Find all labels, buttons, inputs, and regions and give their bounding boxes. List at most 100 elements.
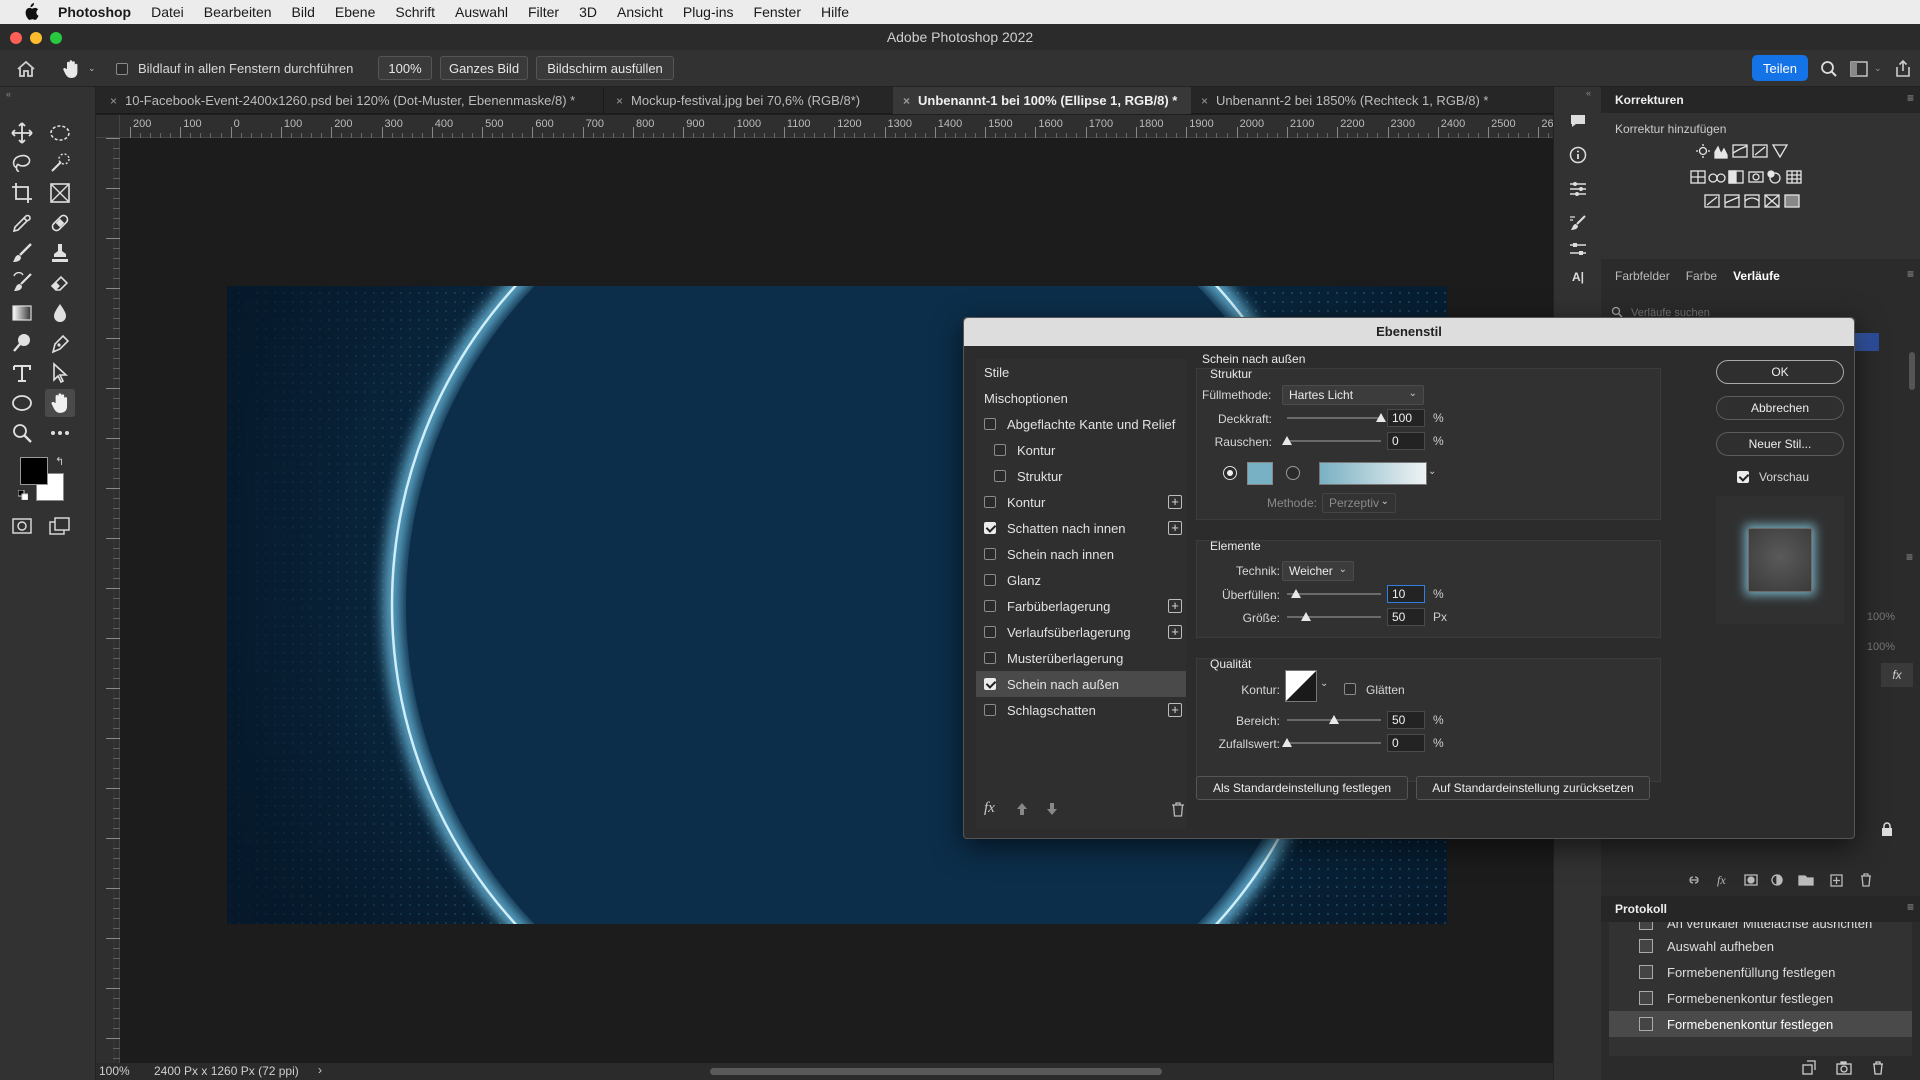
- panel-menu-icon[interactable]: ≡: [1906, 550, 1913, 564]
- reset-default-button[interactable]: Auf Standardeinstellung zurücksetzen: [1416, 776, 1650, 800]
- glow-gradient-picker[interactable]: [1319, 462, 1427, 485]
- style-checkbox[interactable]: [984, 574, 996, 586]
- cancel-button[interactable]: Abbrechen: [1716, 396, 1844, 420]
- style-item-stile[interactable]: Stile: [976, 359, 1186, 385]
- workspace-icon[interactable]: [1850, 50, 1872, 87]
- make-default-button[interactable]: Als Standardeinstellung festlegen: [1196, 776, 1408, 800]
- style-checkbox[interactable]: [984, 678, 996, 690]
- ok-button[interactable]: OK: [1716, 360, 1844, 384]
- menu-plugins[interactable]: Plug-ins: [683, 4, 734, 20]
- spread-slider-handle[interactable]: [1291, 589, 1302, 598]
- menu-filter[interactable]: Filter: [528, 4, 559, 20]
- style-checkbox[interactable]: [984, 548, 996, 560]
- close-tab-icon[interactable]: ×: [903, 94, 910, 108]
- menu-app-photoshop[interactable]: Photoshop: [58, 4, 131, 20]
- noise-slider[interactable]: [1287, 440, 1381, 442]
- panel-menu-icon[interactable]: ≡: [1907, 267, 1914, 281]
- menu-schrift[interactable]: Schrift: [395, 4, 435, 20]
- style-item-satin[interactable]: Glanz: [976, 567, 1186, 593]
- history-item[interactable]: Auswahl aufheben: [1609, 933, 1912, 959]
- style-checkbox[interactable]: [984, 704, 996, 716]
- style-item-drop-shadow[interactable]: Schlagschatten +: [976, 697, 1186, 723]
- range-input[interactable]: 50: [1387, 711, 1425, 729]
- style-item-pattern-overlay[interactable]: Musterüberlagerung: [976, 645, 1186, 671]
- home-icon[interactable]: [16, 50, 40, 87]
- add-style-instance-button[interactable]: +: [1168, 703, 1182, 717]
- noise-slider-handle[interactable]: [1282, 436, 1292, 445]
- style-item-inner-shadow[interactable]: Schatten nach innen +: [976, 515, 1186, 541]
- search-icon[interactable]: [1820, 50, 1842, 87]
- crop-icon[interactable]: [7, 179, 37, 207]
- fill-screen-button[interactable]: Bildschirm ausfüllen: [536, 56, 674, 80]
- glow-color-swatch[interactable]: [1247, 462, 1273, 485]
- style-checkbox[interactable]: [994, 444, 1006, 456]
- close-tab-icon[interactable]: ×: [616, 94, 623, 108]
- blend-mode-select[interactable]: Hartes Licht ⌄: [1282, 385, 1424, 405]
- menu-fenster[interactable]: Fenster: [754, 4, 801, 20]
- move-up-icon[interactable]: [1016, 802, 1028, 816]
- status-more-arrow[interactable]: ›: [318, 1063, 322, 1077]
- more-tools-icon[interactable]: [45, 419, 75, 447]
- zoom-100-button[interactable]: 100%: [378, 56, 432, 80]
- color-radio-selected[interactable]: [1223, 466, 1237, 480]
- menu-auswahl[interactable]: Auswahl: [455, 4, 508, 20]
- range-slider-handle[interactable]: [1329, 715, 1339, 724]
- move-tool-icon[interactable]: [7, 119, 37, 147]
- quick-mask-icon[interactable]: [7, 512, 37, 540]
- antialias-checkbox[interactable]: [1344, 683, 1356, 695]
- ellipse-tool-icon[interactable]: [7, 389, 37, 417]
- tab-facebook-event[interactable]: × 10-Facebook-Event-2400x1260.psd bei 12…: [96, 87, 603, 114]
- zoom-tool-icon[interactable]: [7, 419, 37, 447]
- history-item[interactable]: Formebenenfüllung festlegen: [1609, 959, 1912, 985]
- style-item-bevel-texture[interactable]: Struktur: [976, 463, 1186, 489]
- close-window-button[interactable]: [10, 32, 22, 44]
- new-style-button[interactable]: Neuer Stil...: [1716, 432, 1844, 456]
- status-zoom[interactable]: 100%: [99, 1064, 130, 1078]
- horizontal-ruler[interactable]: 200 100 0 100 200 300 400 500 600 700 800 900 1000 11…: [120, 115, 1580, 138]
- move-down-icon[interactable]: [1046, 802, 1058, 816]
- hand-tool-icon[interactable]: [62, 50, 84, 87]
- panel-menu-icon[interactable]: ≡: [1907, 900, 1914, 914]
- chevron-down-icon[interactable]: ⌄: [1428, 466, 1436, 477]
- workspace-chevron-icon[interactable]: ⌄: [1874, 50, 1884, 87]
- menu-datei[interactable]: Datei: [151, 4, 184, 20]
- tab-unbenannt-1[interactable]: × Unbenannt-1 bei 100% (Ellipse 1, RGB/8…: [893, 87, 1191, 114]
- character-panel-icon[interactable]: A|: [1566, 265, 1590, 289]
- gradient-icon[interactable]: [7, 299, 37, 327]
- history-item[interactable]: An vertikaler Mittelachse ausrichten: [1609, 922, 1912, 932]
- tool-preset-chevron-icon[interactable]: ⌄: [88, 50, 100, 87]
- clone-stamp-icon[interactable]: [45, 239, 75, 267]
- size-input[interactable]: 50: [1387, 608, 1425, 626]
- quick-selection-icon[interactable]: [45, 149, 75, 177]
- preview-checkbox[interactable]: [1737, 471, 1749, 483]
- frame-tool-icon[interactable]: [45, 179, 75, 207]
- jitter-slider[interactable]: [1287, 742, 1381, 744]
- ruler-origin[interactable]: [96, 115, 120, 138]
- technique-select[interactable]: Weicher ⌄: [1282, 561, 1354, 581]
- add-style-instance-button[interactable]: +: [1168, 495, 1182, 509]
- scroll-all-checkbox[interactable]: [116, 62, 128, 75]
- add-style-instance-button[interactable]: +: [1168, 599, 1182, 613]
- info-icon[interactable]: [1566, 143, 1590, 167]
- style-checkbox[interactable]: [984, 652, 996, 664]
- history-brush-icon[interactable]: [7, 269, 37, 297]
- swap-colors-icon[interactable]: ↰: [55, 455, 64, 468]
- style-checkbox[interactable]: [994, 470, 1006, 482]
- menu-3d[interactable]: 3D: [579, 4, 597, 20]
- close-tab-icon[interactable]: ×: [110, 94, 117, 108]
- menu-ebene[interactable]: Ebene: [335, 4, 375, 20]
- panel-menu-icon[interactable]: ≡: [1907, 91, 1914, 105]
- style-checkbox[interactable]: [984, 522, 996, 534]
- layer-fx-icon[interactable]: fx: [1881, 663, 1913, 687]
- gradients-scrollbar[interactable]: [1909, 352, 1915, 390]
- tab-farbe[interactable]: Farbe: [1686, 269, 1717, 283]
- eraser-icon[interactable]: [45, 269, 75, 297]
- lasso-icon[interactable]: [7, 149, 37, 177]
- fx-icon[interactable]: fx: [984, 800, 995, 817]
- style-checkbox[interactable]: [984, 496, 996, 508]
- delete-effect-icon[interactable]: [1171, 802, 1185, 817]
- size-slider-handle[interactable]: [1300, 612, 1311, 621]
- style-item-color-overlay[interactable]: Farbüberlagerung +: [976, 593, 1186, 619]
- menu-bearbeiten[interactable]: Bearbeiten: [204, 4, 272, 20]
- style-item-bevel[interactable]: Abgeflachte Kante und Relief: [976, 411, 1186, 437]
